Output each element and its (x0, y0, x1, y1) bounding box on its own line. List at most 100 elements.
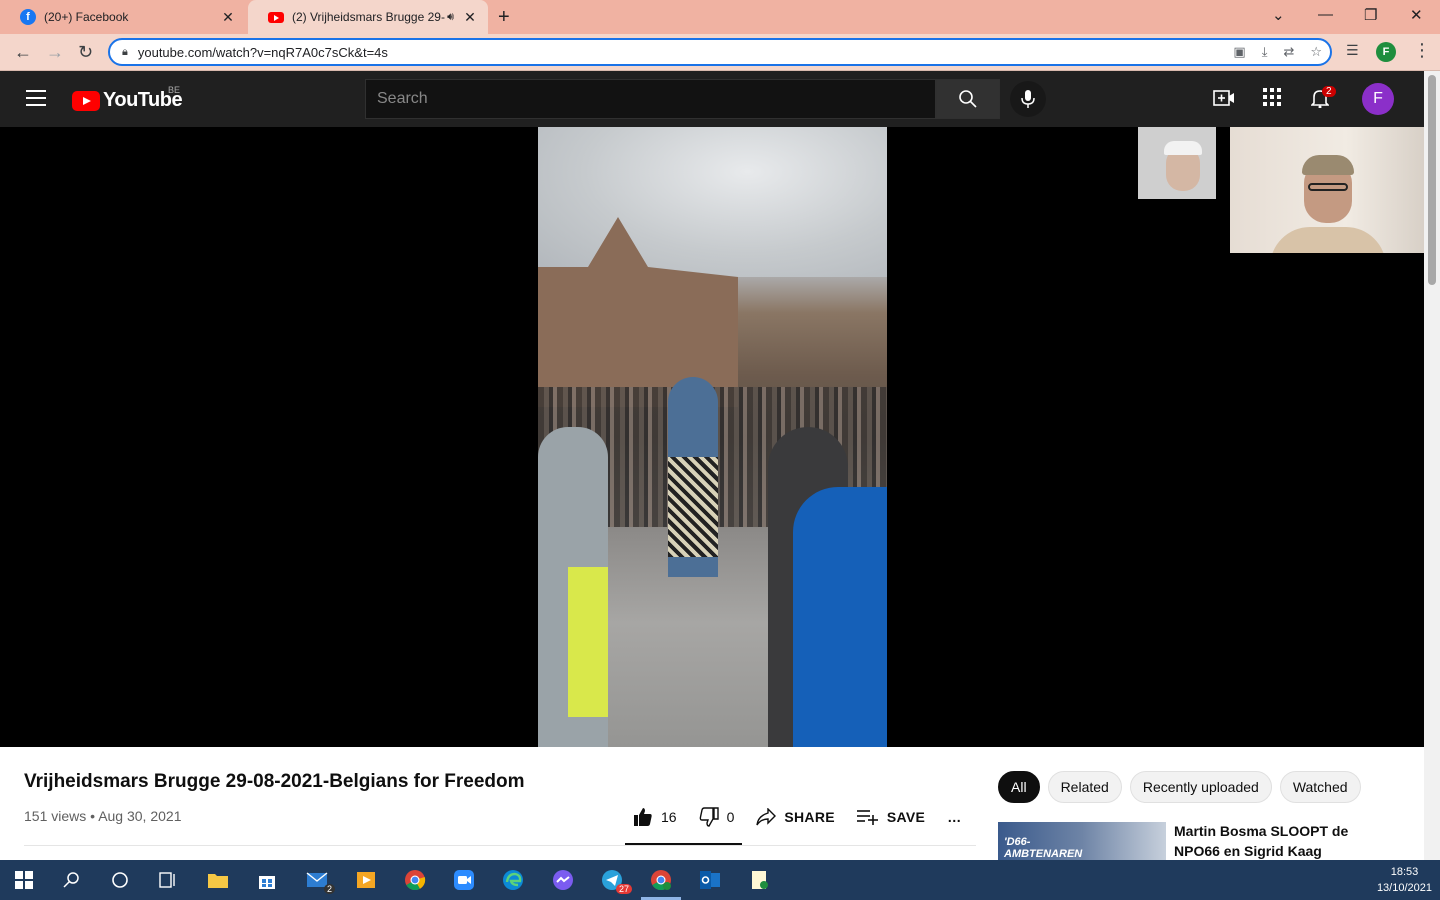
more-actions-button[interactable]: … (947, 809, 961, 825)
video-title: Vrijheidsmars Brugge 29-08-2021-Belgians… (24, 771, 525, 792)
back-icon[interactable]: ← (14, 42, 32, 63)
address-bar[interactable]: 🔒︎ youtube.com/watch?v=nqR7A0c7sCk&t=4s … (108, 38, 1332, 66)
voice-search-button[interactable] (1010, 81, 1046, 117)
notification-count-badge: 2 (1322, 86, 1336, 97)
search-input[interactable]: Search (365, 79, 936, 119)
chip-recently-uploaded[interactable]: Recently uploaded (1129, 771, 1272, 803)
tab-youtube[interactable]: (2) Vrijheidsmars Brugge 29- 🔊︎ ✕ (248, 0, 488, 34)
tab-facebook[interactable]: f (20+) Facebook ✕ (0, 0, 246, 34)
thumbs-up-icon (634, 808, 652, 826)
tab-strip: f (20+) Facebook ✕ (2) Vrijheidsmars Bru… (0, 0, 1440, 34)
save-button[interactable]: SAVE (856, 809, 926, 825)
scrollbar-thumb[interactable] (1428, 75, 1436, 285)
taskbar-search-icon[interactable] (58, 866, 86, 894)
forward-icon[interactable]: → (46, 42, 64, 63)
video-frame[interactable] (538, 127, 887, 747)
add-to-playlist-icon (856, 810, 878, 825)
browser-toolbar: ← → ↻ 🔒︎ youtube.com/watch?v=nqR7A0c7sCk… (0, 34, 1440, 71)
new-tab-icon[interactable]: + (498, 6, 510, 29)
video-info: 151 views • Aug 30, 2021 (24, 808, 181, 824)
create-video-icon[interactable] (1213, 88, 1235, 108)
upload-date: Aug 30, 2021 (98, 808, 182, 824)
mail-badge: 2 (323, 884, 335, 894)
thumbnail-text: 'D66- AMBTENAREN (1004, 836, 1083, 860)
restore-icon[interactable]: ❐ (1364, 6, 1377, 24)
divider (24, 845, 976, 846)
tab-title: (20+) Facebook (44, 10, 129, 24)
dislike-button[interactable]: 0 (699, 807, 735, 827)
install-icon[interactable]: ⤓ (1262, 44, 1268, 60)
messenger-icon[interactable] (549, 866, 577, 894)
media-player-icon[interactable] (352, 866, 380, 894)
url-text[interactable]: youtube.com/watch?v=nqR7A0c7sCk&t=4s (138, 45, 388, 60)
chip-all[interactable]: All (998, 771, 1040, 803)
chip-related[interactable]: Related (1047, 771, 1122, 803)
search-button[interactable] (936, 79, 1000, 119)
edge-icon[interactable] (499, 866, 527, 894)
zoom-icon[interactable] (450, 866, 478, 894)
windows-taskbar: 2 27 18:53 13/10/2021 (0, 860, 1440, 900)
chrome-icon[interactable] (401, 866, 429, 894)
speaker-icon[interactable]: 🔊︎ (447, 11, 454, 24)
chip-watched[interactable]: Watched (1279, 771, 1361, 803)
youtube-icon (268, 9, 284, 25)
thumbs-down-icon (699, 807, 719, 827)
youtube-logo[interactable]: YouTube BE (72, 85, 183, 112)
reading-list-icon[interactable]: ☰ (1346, 42, 1359, 59)
share-icon (756, 808, 777, 826)
chrome-profile-icon[interactable] (647, 866, 675, 894)
recommendation-title[interactable]: Martin Bosma SLOOPT de NPO66 en Sigrid K… (1174, 821, 1394, 861)
watch-metadata: Vrijheidsmars Brugge 29-08-2021-Belgians… (0, 747, 1424, 860)
search-icon (959, 90, 977, 108)
filter-chips: All Related Recently uploaded Watched (998, 771, 1361, 803)
save-label: SAVE (886, 809, 926, 825)
webcam-overlay-small (1138, 127, 1216, 199)
lock-icon[interactable]: 🔒︎ (122, 46, 128, 59)
telegram-icon[interactable]: 27 (598, 866, 632, 894)
more-icon: … (947, 809, 962, 825)
task-view-icon[interactable] (154, 866, 182, 894)
like-button[interactable]: 16 (633, 807, 677, 827)
file-explorer-icon[interactable] (204, 866, 232, 894)
clock-time: 18:53 (1390, 866, 1419, 878)
clock-date: 13/10/2021 (1376, 882, 1432, 894)
tab-close-icon[interactable]: ✕ (220, 9, 236, 26)
youtube-header: YouTube BE Search 2 F (0, 71, 1424, 127)
apps-grid-icon[interactable] (1263, 88, 1281, 106)
dislike-count: 0 (726, 809, 735, 825)
profile-avatar[interactable]: F (1376, 42, 1396, 62)
microphone-icon (1021, 90, 1035, 108)
notes-icon[interactable] (746, 866, 774, 894)
telegram-badge: 27 (615, 884, 632, 894)
tab-title: (2) Vrijheidsmars Brugge 29- (292, 10, 445, 24)
share-label: SHARE (784, 809, 835, 825)
menu-icon[interactable] (26, 90, 46, 111)
view-count: 151 views (24, 808, 87, 824)
tab-search-icon[interactable]: ⌄ (1272, 6, 1285, 24)
reload-icon[interactable]: ↻ (78, 42, 93, 63)
video-actions: 16 0 SHARE SAVE … (625, 807, 984, 827)
tab-close-icon[interactable]: ✕ (462, 9, 478, 26)
cortana-icon[interactable] (106, 866, 134, 894)
meta-separator: • (90, 808, 96, 824)
share-button[interactable]: SHARE (756, 808, 835, 826)
recommendation-thumbnail[interactable]: 'D66- AMBTENAREN (998, 822, 1166, 860)
window-close-icon[interactable]: ✕ (1410, 6, 1423, 24)
browser-menu-icon[interactable]: ⋮ (1413, 40, 1431, 61)
webcam-overlay-large (1230, 127, 1424, 253)
windows-start-icon[interactable] (10, 866, 38, 894)
outlook-icon[interactable] (696, 866, 724, 894)
minimize-icon[interactable]: — (1318, 6, 1333, 23)
mail-icon[interactable]: 2 (303, 866, 335, 894)
store-icon[interactable] (253, 866, 281, 894)
qr-code-icon[interactable]: ▣ (1233, 44, 1245, 60)
translate-icon[interactable]: ⇄ (1283, 44, 1294, 60)
bookmark-star-icon[interactable]: ☆ (1310, 44, 1322, 60)
like-count: 16 (661, 809, 677, 825)
page-scrollbar[interactable] (1424, 71, 1440, 860)
account-avatar[interactable]: F (1362, 83, 1394, 115)
video-player[interactable] (0, 127, 1424, 747)
system-clock[interactable]: 18:53 13/10/2021 (1377, 864, 1432, 896)
search-placeholder: Search (377, 90, 428, 107)
youtube-play-icon (72, 90, 100, 111)
